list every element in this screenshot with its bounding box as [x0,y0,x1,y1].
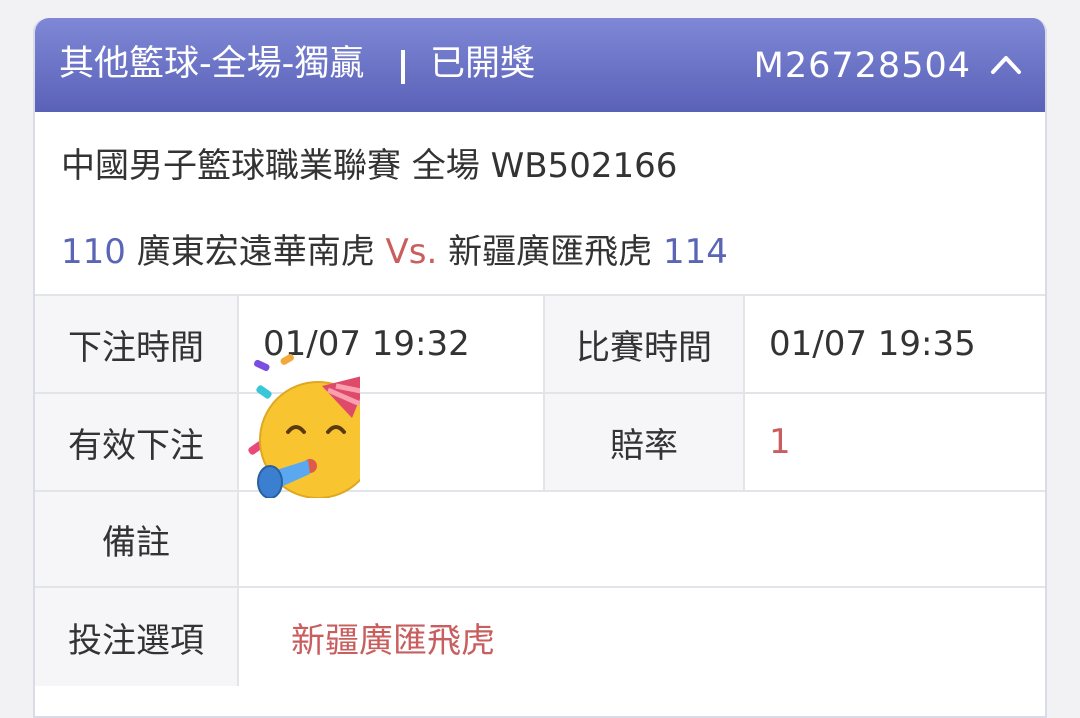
remark-label: 備註 [35,492,237,586]
vs-label: Vs. [385,232,438,272]
table-row: 投注選項 新疆廣匯飛虎 [35,586,1045,686]
selection-value: 新疆廣匯飛虎 [237,588,1045,686]
party-face-emoji-icon [248,354,360,498]
odds-value: 1 [743,394,1045,490]
table-row: 下注時間 01/07 19:32 比賽時間 01/07 19:35 [35,294,1045,392]
bet-time-label: 下注時間 [35,296,237,392]
away-team: 新疆廣匯飛虎 [448,232,653,272]
card-header[interactable]: 其他籃球-全場-獨贏 已開獎 M26728504 [35,18,1045,112]
table-row: 有效下注 賠率 1 [35,392,1045,490]
match-time-label: 比賽時間 [543,296,743,392]
home-team: 廣東宏遠華南虎 [136,232,375,272]
selection-label: 投注選項 [35,588,237,686]
away-score: 114 [662,232,728,272]
bet-type-title: 其他籃球-全場-獨贏 [59,44,365,84]
home-score: 110 [61,232,126,272]
ticket-id: M26728504 [753,46,971,86]
match-line: 110 廣東宏遠華南虎 Vs. 新疆廣匯飛虎 114 [61,230,728,274]
bet-record-card: 其他籃球-全場-獨贏 已開獎 M26728504 中國男子籃球職業聯賽 全場 W… [33,18,1047,718]
valid-bet-label: 有效下注 [35,394,237,490]
chevron-up-icon[interactable] [989,48,1023,82]
league-line: 中國男子籃球職業聯賽 全場 WB502166 [61,146,678,186]
status-label: 已開獎 [430,44,536,84]
header-divider [401,50,405,84]
remark-value [237,492,1045,586]
table-row: 備註 [35,490,1045,586]
odds-label: 賠率 [543,394,743,490]
match-time-value: 01/07 19:35 [743,296,1045,392]
